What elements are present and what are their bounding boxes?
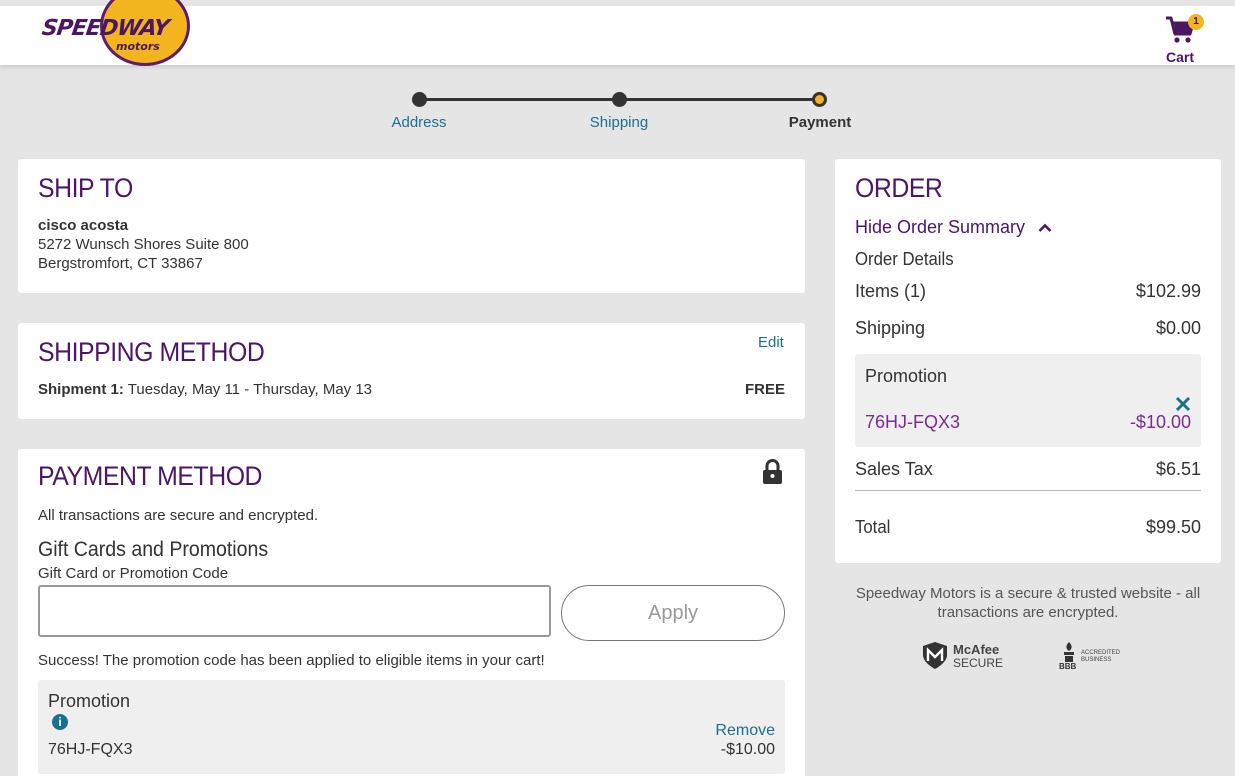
secure-text: All transactions are secure and encrypte…: [38, 507, 319, 524]
sales-tax-row: Sales Tax $6.51: [855, 459, 1201, 480]
total-row: Total $99.50: [855, 517, 1201, 538]
logo-wordmark: SPEEDWAY: [40, 16, 170, 41]
site-header: SPEEDWAY motors 1 Cart: [0, 0, 1235, 66]
mcafee-seal[interactable]: McAfee SECURE: [922, 641, 1012, 671]
cart-count-badge: 1: [1188, 14, 1204, 30]
items-label: Items (1): [855, 281, 927, 301]
address-line-2: Bergstromfort, CT 33867: [38, 255, 203, 272]
step-dot-shipping: [612, 92, 627, 107]
hide-summary-label: Hide Order Summary: [855, 217, 1026, 237]
hide-summary-toggle[interactable]: Hide Order Summary: [855, 217, 1052, 238]
order-summary-card: ORDER Hide Order Summary Order Details I…: [835, 159, 1221, 563]
bbb-label: BBB: [1059, 662, 1077, 671]
shipping-row: Shipping $0.00: [855, 318, 1201, 339]
total-label: Total: [855, 517, 891, 537]
promo-heading: Promotion: [48, 691, 131, 711]
bbb-business: BUSINESS: [1081, 657, 1112, 663]
speedway-logo[interactable]: SPEEDWAY motors: [40, 0, 190, 66]
chevron-up-icon: [1038, 223, 1052, 233]
step-address-link[interactable]: Address: [369, 114, 469, 131]
total-divider: [855, 490, 1201, 491]
cart-button[interactable]: 1 Cart: [1160, 12, 1204, 65]
shipping-edit-link[interactable]: Edit: [758, 334, 784, 351]
mcafee-sub: SECURE: [953, 656, 1004, 670]
trust-message: Speedway Motors is a secure & trusted we…: [855, 585, 1201, 621]
checkout-stepper: Address Shipping Payment: [380, 90, 860, 135]
mcafee-name: McAfee: [953, 642, 1000, 657]
gift-cards-heading: Gift Cards and Promotions: [38, 538, 269, 561]
step-connector: [420, 98, 620, 101]
close-icon[interactable]: [1175, 396, 1191, 412]
promo-code-input[interactable]: [38, 585, 551, 637]
recipient-name: cisco acosta: [38, 217, 129, 234]
order-promo-box: Promotion 76HJ-FQX3 -$10.00: [855, 354, 1201, 447]
sales-tax-value: $6.51: [1155, 459, 1201, 479]
step-dot-payment: [812, 92, 827, 107]
shipping-cost: FREE: [744, 381, 785, 398]
info-icon[interactable]: i: [52, 714, 68, 730]
shipping-value: $0.00: [1155, 318, 1201, 338]
total-value: $99.50: [1145, 517, 1201, 537]
order-promo-heading: Promotion: [865, 366, 948, 386]
ship-to-card: SHIP TO cisco acosta 5272 Wunsch Shores …: [18, 159, 805, 293]
bbb-seal[interactable]: BBB ACCREDITED BUSINESS: [1059, 641, 1139, 673]
shipment-info: Shipment 1: Tuesday, May 11 - Thursday, …: [38, 381, 372, 398]
promo-amount: -$10.00: [720, 741, 775, 758]
apply-button[interactable]: Apply: [561, 585, 785, 641]
shipping-method-title: SHIPPING METHOD: [38, 337, 265, 367]
step-dot-address: [412, 92, 427, 107]
step-payment-label: Payment: [788, 114, 852, 131]
shipping-method-card: SHIPPING METHOD Edit Shipment 1: Tuesday…: [18, 323, 805, 419]
payment-method-title: PAYMENT METHOD: [38, 461, 263, 491]
bbb-accredited: ACCREDITED: [1081, 650, 1121, 656]
order-details-heading: Order Details: [855, 249, 954, 269]
order-promo-code: 76HJ-FQX3: [865, 412, 961, 432]
step-shipping-link[interactable]: Shipping: [569, 114, 669, 131]
payment-method-card: PAYMENT METHOD All transactions are secu…: [18, 449, 805, 776]
address-line-1: 5272 Wunsch Shores Suite 800: [38, 236, 249, 253]
items-value: $102.99: [1135, 281, 1201, 301]
gift-field-label: Gift Card or Promotion Code: [38, 565, 229, 582]
logo-subtext: motors: [116, 40, 160, 53]
promo-remove-link[interactable]: Remove: [715, 722, 775, 740]
ship-to-title: SHIP TO: [38, 173, 133, 203]
order-promo-value: -$10.00: [1129, 412, 1191, 432]
applied-promo-box: Promotion i 76HJ-FQX3 Remove -$10.00: [38, 680, 785, 774]
bbb-torch-icon: [1064, 642, 1074, 662]
cart-label: Cart: [1165, 49, 1194, 65]
promo-success-message: Success! The promotion code has been app…: [38, 652, 545, 669]
shipping-label: Shipping: [855, 318, 926, 338]
mcafee-shield-icon: [923, 642, 947, 669]
lock-icon: [763, 459, 782, 484]
shipment-dates: Tuesday, May 11 - Thursday, May 13: [127, 381, 373, 398]
step-connector: [620, 98, 820, 101]
shipment-label: Shipment 1:: [38, 381, 124, 398]
items-row: Items (1) $102.99: [855, 281, 1201, 302]
sales-tax-label: Sales Tax: [855, 459, 933, 479]
promo-code: 76HJ-FQX3: [48, 741, 133, 758]
order-title: ORDER: [855, 173, 943, 203]
